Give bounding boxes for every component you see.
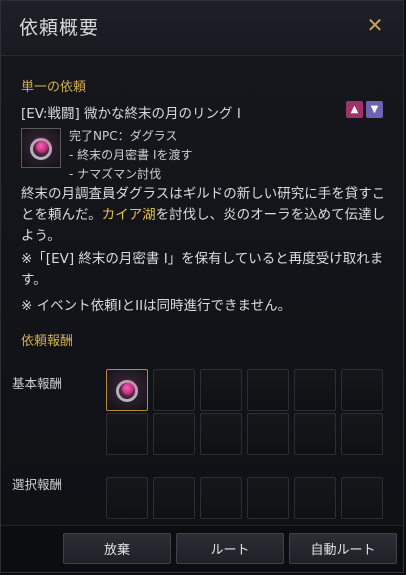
- select-reward-grid: [106, 477, 383, 519]
- reward-section-label: 依頼報酬: [21, 334, 74, 349]
- quest-summary-window: 依頼概要 ✕ 単一の依頼 [EV:戦闘] 微かな終末の月のリング I ▲ ▼ 完…: [0, 0, 404, 573]
- quest-title: [EV:戦闘] 微かな終末の月のリング I: [21, 106, 241, 122]
- note-concurrency: ※ イベント依頼IとIIは同時進行できません。: [21, 298, 292, 314]
- reward-slot[interactable]: [294, 369, 336, 411]
- quest-ring-icon[interactable]: [21, 128, 61, 168]
- quest-objectives: 完了NPC：ダグラス - 終末の月密書 Iを渡す - ナマズマン討伐: [69, 127, 193, 184]
- ring-gem: [122, 383, 134, 395]
- reward-slot[interactable]: [153, 369, 195, 411]
- reward-slot[interactable]: [200, 413, 242, 455]
- reward-slot[interactable]: [294, 413, 336, 455]
- button-bar: 放棄 ルート 自動ルート: [1, 525, 403, 572]
- quest-description: 終末の月調査員ダグラスはギルドの新しい研究に手を貸すことを頼んだ。カイア湖を討伐…: [21, 184, 391, 247]
- reward-slot[interactable]: [200, 369, 242, 411]
- objective-item: - 終末の月密書 Iを渡す: [69, 148, 193, 162]
- select-reward-slot[interactable]: [200, 477, 242, 519]
- select-reward-slot[interactable]: [341, 477, 383, 519]
- reward-slot[interactable]: [106, 413, 148, 455]
- move-down-icon[interactable]: ▼: [366, 101, 383, 118]
- reward-slot[interactable]: [247, 413, 289, 455]
- auto-route-button[interactable]: 自動ルート: [289, 533, 397, 564]
- title-bar[interactable]: 依頼概要 ✕: [1, 1, 403, 56]
- objective-item: - ナマズマン討伐: [69, 167, 162, 181]
- move-up-icon[interactable]: ▲: [346, 101, 363, 118]
- note-reacceptance: ※「[EV] 終末の月密書 I」を保有していると再度受け取れます。: [21, 251, 384, 288]
- close-icon[interactable]: ✕: [365, 15, 385, 35]
- basic-reward-label: 基本報酬: [12, 376, 63, 391]
- select-reward-label: 選択報酬: [12, 477, 63, 492]
- basic-reward-grid: [106, 369, 383, 455]
- location-link[interactable]: カイア湖: [102, 207, 156, 223]
- select-reward-slot[interactable]: [294, 477, 336, 519]
- reward-slot[interactable]: [247, 369, 289, 411]
- reward-slot[interactable]: [341, 369, 383, 411]
- select-reward-slot[interactable]: [153, 477, 195, 519]
- quest-order-controls: ▲ ▼: [346, 101, 383, 118]
- select-reward-slot[interactable]: [247, 477, 289, 519]
- reward-slot[interactable]: [153, 413, 195, 455]
- reward-slot[interactable]: [341, 413, 383, 455]
- window-title: 依頼概要: [19, 17, 100, 39]
- abandon-button[interactable]: 放棄: [63, 533, 171, 564]
- reward-slot-ring[interactable]: [106, 369, 148, 411]
- quest-type-label: 単一の依頼: [21, 80, 87, 95]
- ring-gem: [36, 141, 48, 153]
- select-reward-slot[interactable]: [106, 477, 148, 519]
- route-button[interactable]: ルート: [176, 533, 284, 564]
- completion-npc: 完了NPC：ダグラス: [69, 129, 178, 143]
